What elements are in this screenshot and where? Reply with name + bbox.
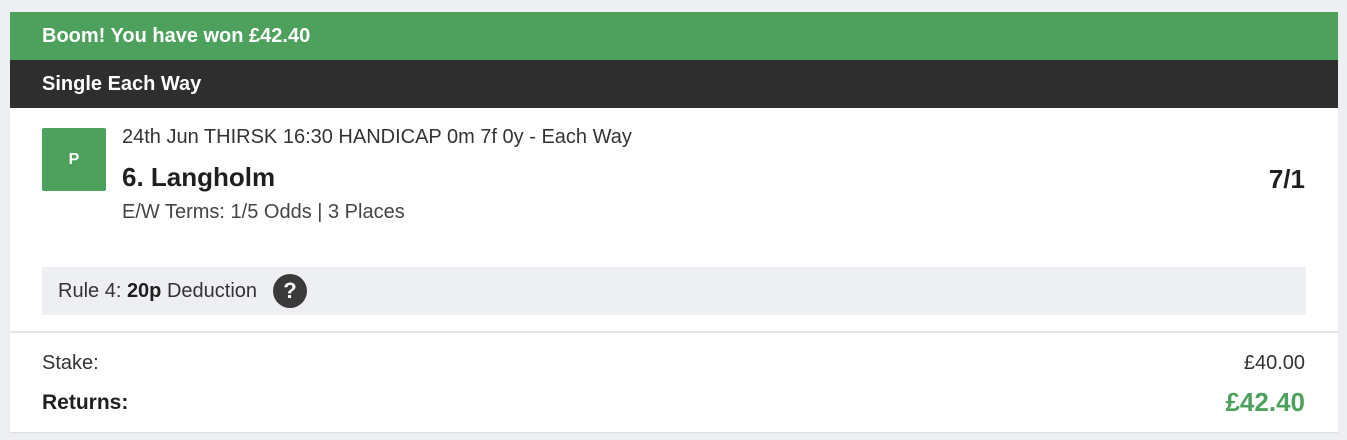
result-badge-text: P (68, 150, 80, 168)
each-way-terms: E/W Terms: 1/5 Odds | 3 Places (122, 201, 405, 223)
event-description: 24th Jun THIRSK 16:30 HANDICAP 0m 7f 0y … (122, 126, 632, 148)
rule4-deduction-box: Rule 4: 20p Deduction ? (42, 267, 1306, 315)
returns-label: Returns: (42, 391, 129, 414)
bet-type-label: Single Each Way (42, 73, 202, 95)
stake-value: £40.00 (1243, 352, 1305, 374)
runner-name: 6. Langholm (122, 162, 276, 192)
rule4-amount: 20p (126, 279, 162, 302)
help-question-icon[interactable]: ? (273, 274, 308, 308)
selection-row: P 24th Jun THIRSK 16:30 HANDICAP 0m 7f 0… (10, 108, 1338, 331)
win-message: Boom! You have won £42.40 (42, 25, 311, 47)
bet-totals: Stake: £40.00 Returns: £42.40 (10, 333, 1338, 432)
win-banner: Boom! You have won £42.40 (10, 12, 1338, 60)
stake-label: Stake: (42, 352, 99, 374)
bet-receipt-card: Boom! You have won £42.40 Single Each Wa… (10, 12, 1338, 432)
rule4-suffix: Deduction (166, 279, 258, 302)
returns-value: £42.40 (1225, 387, 1305, 417)
result-badge: P (42, 128, 106, 191)
rule4-prefix: Rule 4: (58, 279, 122, 302)
bet-type-header: Single Each Way (10, 60, 1338, 108)
odds-value: 7/1 (1268, 164, 1305, 194)
